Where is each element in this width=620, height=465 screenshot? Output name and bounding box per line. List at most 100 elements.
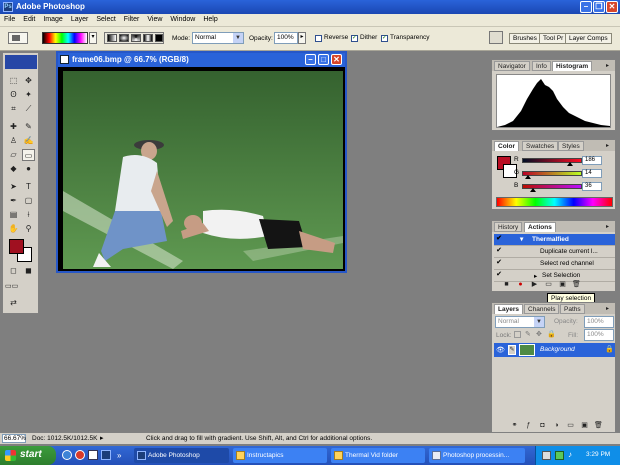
blue-slider[interactable]: B 36 xyxy=(514,182,614,192)
menu-select[interactable]: Select xyxy=(92,14,119,23)
volume-icon[interactable]: ♪ xyxy=(568,450,572,459)
transparency-checkbox[interactable]: ✓ xyxy=(381,35,388,42)
menu-layer[interactable]: Layer xyxy=(67,14,93,23)
canvas-area[interactable] xyxy=(58,67,345,271)
hand-tool-icon[interactable]: ✋ xyxy=(7,223,20,235)
new-group-icon[interactable]: ▭ xyxy=(566,422,575,430)
tab-actions[interactable]: Actions xyxy=(524,222,556,232)
dodge-tool-icon[interactable]: ● xyxy=(22,163,35,175)
tab-color[interactable]: Color xyxy=(494,141,519,151)
tab-styles[interactable]: Styles xyxy=(558,141,584,151)
palette-well-layer-comps[interactable]: Layer Comps xyxy=(565,33,612,44)
move-tool-icon[interactable]: ✥ xyxy=(22,75,35,87)
adjustment-layer-icon[interactable]: ◑ xyxy=(552,422,561,430)
magic-wand-tool-icon[interactable]: ✦ xyxy=(22,89,35,101)
task-thermal-vid-folder[interactable]: Thermal Vid folder xyxy=(331,448,425,463)
foreground-color-swatch[interactable] xyxy=(9,239,24,254)
layer-style-icon[interactable]: ƒ xyxy=(524,422,533,430)
opacity-input[interactable]: 100% xyxy=(274,32,298,44)
menu-edit[interactable]: Edit xyxy=(19,14,39,23)
action-row-set-selection[interactable]: ✔ ▸ Set Selection xyxy=(494,270,615,282)
lock-all-icon[interactable]: 🔒 xyxy=(547,330,556,338)
history-brush-tool-icon[interactable]: ✍ xyxy=(22,135,35,147)
file-browser-icon[interactable] xyxy=(489,31,503,44)
tab-info[interactable]: Info xyxy=(532,61,551,71)
stop-icon[interactable]: ■ xyxy=(502,281,511,289)
layer-mask-icon[interactable]: ◘ xyxy=(538,422,547,430)
mode-select[interactable]: Normal ▼ xyxy=(192,32,244,44)
pen-tool-icon[interactable]: ✒ xyxy=(7,195,20,207)
photo-canvas[interactable] xyxy=(63,71,343,269)
red-slider-track[interactable] xyxy=(522,158,582,163)
action-row-select-red[interactable]: ✔ Select red channel xyxy=(494,258,615,270)
radial-gradient-icon[interactable] xyxy=(119,34,129,42)
clone-stamp-tool-icon[interactable]: ♙ xyxy=(7,135,20,147)
layer-opacity-input[interactable]: 100% xyxy=(584,316,614,328)
crop-tool-icon[interactable]: ⌗ xyxy=(7,103,20,115)
standard-mode-icon[interactable]: ◻ xyxy=(7,265,20,277)
photoshop-quicklaunch-icon[interactable] xyxy=(101,450,111,460)
blue-slider-knob[interactable] xyxy=(530,188,536,192)
red-slider[interactable]: R 186 xyxy=(514,156,614,166)
lock-transparency-icon[interactable] xyxy=(514,331,521,338)
blend-mode-select[interactable]: Normal ▼ xyxy=(495,316,545,328)
media-quicklaunch-icon[interactable] xyxy=(75,450,85,460)
new-set-icon[interactable]: ▭ xyxy=(544,281,553,289)
tab-histogram[interactable]: Histogram xyxy=(552,61,593,71)
menu-file[interactable]: File xyxy=(0,14,19,23)
gradient-type-buttons[interactable] xyxy=(104,32,164,44)
play-icon[interactable]: ▶ xyxy=(530,281,539,289)
marquee-tool-icon[interactable]: ⬚ xyxy=(7,75,20,87)
quick-mask-mode-icon[interactable]: ◼ xyxy=(22,265,35,277)
task-adobe-photoshop[interactable]: Adobe Photoshop xyxy=(134,448,229,463)
green-value-input[interactable]: 14 xyxy=(582,169,602,178)
lock-move-icon[interactable]: ✥ xyxy=(536,330,542,338)
browser-quicklaunch-icon[interactable] xyxy=(62,450,72,460)
expand-triangle-icon[interactable]: ▸ xyxy=(534,272,537,280)
close-icon[interactable]: ✕ xyxy=(606,1,618,13)
tool-preset-picker[interactable] xyxy=(8,32,28,44)
start-button[interactable]: start xyxy=(0,446,56,465)
eyedropper-tool-icon[interactable]: ⟊ xyxy=(22,209,35,221)
lock-brush-icon[interactable]: ✎ xyxy=(525,330,531,338)
menu-window[interactable]: Window xyxy=(166,14,199,23)
green-slider[interactable]: G 14 xyxy=(514,169,614,179)
zoom-input[interactable]: 66.67% xyxy=(2,434,26,443)
word-quicklaunch-icon[interactable] xyxy=(88,450,98,460)
fill-input[interactable]: 100% xyxy=(584,329,614,341)
red-value-input[interactable]: 186 xyxy=(582,156,602,165)
task-instructapics[interactable]: Instructapics xyxy=(233,448,327,463)
brush-tool-icon[interactable]: ✎ xyxy=(22,121,35,133)
document-close-icon[interactable]: ✕ xyxy=(331,54,342,65)
document-title-bar[interactable]: frame06.bmp @ 66.7% (RGB/8) – □ ✕ xyxy=(58,53,345,67)
panel-menu-icon[interactable]: ▸ xyxy=(606,223,612,230)
tab-layers[interactable]: Layers xyxy=(494,304,523,314)
panel-menu-icon[interactable]: ▸ xyxy=(606,62,612,69)
quicklaunch-more-icon[interactable]: » xyxy=(117,451,121,460)
screen-mode-icon[interactable]: ▭▭ xyxy=(5,281,18,293)
green-slider-knob[interactable] xyxy=(525,175,531,179)
expand-triangle-icon[interactable]: ▾ xyxy=(520,235,523,243)
document-minimize-icon[interactable]: – xyxy=(305,54,316,65)
layer-row-background[interactable]: 👁 ✎ Background 🔒 xyxy=(494,343,615,357)
tab-paths[interactable]: Paths xyxy=(560,304,585,314)
panel-menu-icon[interactable]: ▸ xyxy=(606,142,612,149)
color-ramp[interactable] xyxy=(496,197,613,207)
task-photoshop-processing[interactable]: Photoshop processin... xyxy=(429,448,525,463)
new-action-icon[interactable]: ▣ xyxy=(558,281,567,289)
restore-icon[interactable]: ❐ xyxy=(593,1,605,13)
status-arrow-icon[interactable]: ▸ xyxy=(100,434,104,442)
diamond-gradient-icon[interactable] xyxy=(155,34,163,42)
action-row-thermalfied[interactable]: ✔ ▾ Thermalfied xyxy=(494,234,615,246)
action-toggle-check-icon[interactable]: ✔ xyxy=(494,258,504,269)
zoom-tool-icon[interactable]: ⚲ xyxy=(22,223,35,235)
security-icon[interactable] xyxy=(555,451,564,460)
angle-gradient-icon[interactable] xyxy=(131,34,141,42)
network-icon[interactable] xyxy=(542,451,551,460)
menu-view[interactable]: View xyxy=(143,14,166,23)
eraser-tool-icon[interactable]: ▱ xyxy=(7,149,20,161)
action-toggle-check-icon[interactable]: ✔ xyxy=(494,270,504,281)
action-toggle-check-icon[interactable]: ✔ xyxy=(494,234,504,245)
photoshop-feather-icon[interactable] xyxy=(5,55,37,69)
delete-layer-icon[interactable]: 🗑 xyxy=(594,422,603,430)
